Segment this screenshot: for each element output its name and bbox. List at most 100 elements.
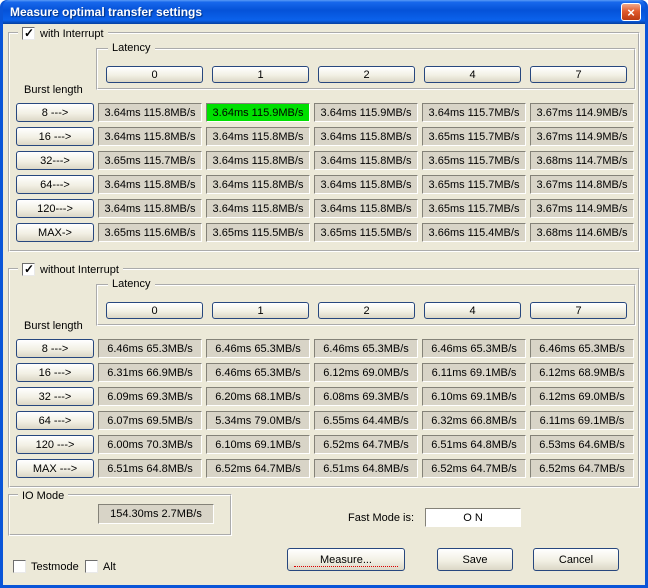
wo-burst-120-button[interactable]: 120 ---> <box>16 435 94 454</box>
close-button[interactable]: × <box>621 3 641 21</box>
wo-result-cell: 6.52ms 64.7MB/s <box>206 459 310 478</box>
wo-result-cell: 6.12ms 69.0MB/s <box>530 387 634 406</box>
wi-result-cell: 3.67ms 114.8MB/s <box>530 175 634 194</box>
wi-results-grid: 3.64ms 115.8MB/s 3.64ms 115.9MB/s 3.64ms… <box>98 103 634 242</box>
wi-burst-length-label: Burst length <box>24 84 83 96</box>
wo-latency-col-1-button[interactable]: 1 <box>212 302 309 319</box>
wo-burst-length-label: Burst length <box>24 320 83 332</box>
wo-latency-col-7-button[interactable]: 7 <box>530 302 627 319</box>
wo-latency-col-0-button[interactable]: 0 <box>106 302 203 319</box>
wi-result-cell: 3.64ms 115.8MB/s <box>206 199 310 218</box>
wo-result-cell: 6.53ms 64.6MB/s <box>530 435 634 454</box>
without-interrupt-legend: without Interrupt <box>18 262 123 277</box>
wo-latency-columns: 0 1 2 4 7 <box>106 302 627 319</box>
io-mode-group: IO Mode 154.30ms 2.7MB/s <box>8 494 232 536</box>
wo-result-cell: 6.46ms 65.3MB/s <box>314 339 418 358</box>
wo-result-cell: 6.10ms 69.1MB/s <box>206 435 310 454</box>
fast-mode-value: O N <box>425 508 521 527</box>
wo-result-cell: 6.32ms 66.8MB/s <box>422 411 526 430</box>
with-interrupt-label: with Interrupt <box>40 28 104 40</box>
wi-latency-col-2-button[interactable]: 2 <box>318 66 415 83</box>
wi-burst-max-button[interactable]: MAX-> <box>16 223 94 242</box>
wi-burst-16-button[interactable]: 16 ---> <box>16 127 94 146</box>
wi-result-cell: 3.65ms 115.5MB/s <box>314 223 418 242</box>
wo-result-cell: 6.10ms 69.1MB/s <box>422 387 526 406</box>
without-interrupt-group: without Interrupt Latency 0 1 2 4 7 Burs… <box>8 268 640 488</box>
wi-latency-col-4-button[interactable]: 4 <box>424 66 521 83</box>
wo-latency-col-2-button[interactable]: 2 <box>318 302 415 319</box>
wo-latency-col-4-button[interactable]: 4 <box>424 302 521 319</box>
wi-result-cell: 3.64ms 115.8MB/s <box>98 103 202 122</box>
wi-result-cell: 3.64ms 115.8MB/s <box>98 127 202 146</box>
wo-burst-32-button[interactable]: 32 ---> <box>16 387 94 406</box>
window-title: Measure optimal transfer settings <box>10 5 202 19</box>
wo-result-cell: 6.31ms 66.9MB/s <box>98 363 202 382</box>
wo-result-cell: 6.11ms 69.1MB/s <box>422 363 526 382</box>
wi-result-cell: 3.64ms 115.7MB/s <box>422 103 526 122</box>
wi-result-cell: 3.67ms 114.9MB/s <box>530 103 634 122</box>
wi-result-cell: 3.68ms 114.7MB/s <box>530 151 634 170</box>
wi-result-cell: 3.64ms 115.8MB/s <box>206 127 310 146</box>
wi-latency-col-7-button[interactable]: 7 <box>530 66 627 83</box>
wo-result-cell: 6.00ms 70.3MB/s <box>98 435 202 454</box>
wo-result-cell: 6.09ms 69.3MB/s <box>98 387 202 406</box>
wi-result-cell: 3.65ms 115.7MB/s <box>98 151 202 170</box>
wo-latency-group: Latency 0 1 2 4 7 <box>96 284 636 326</box>
wi-burst-32-button[interactable]: 32---> <box>16 151 94 170</box>
wo-result-cell: 6.46ms 65.3MB/s <box>206 363 310 382</box>
wi-latency-col-1-button[interactable]: 1 <box>212 66 309 83</box>
cancel-button[interactable]: Cancel <box>533 548 619 571</box>
wi-result-cell: 3.67ms 114.9MB/s <box>530 127 634 146</box>
wo-burst-64-button[interactable]: 64 ---> <box>16 411 94 430</box>
wi-result-cell: 3.64ms 115.8MB/s <box>206 175 310 194</box>
wi-result-cell: 3.64ms 115.8MB/s <box>314 199 418 218</box>
save-button[interactable]: Save <box>437 548 513 571</box>
wo-result-cell: 6.07ms 69.5MB/s <box>98 411 202 430</box>
wo-result-cell: 6.51ms 64.8MB/s <box>98 459 202 478</box>
wo-result-cell: 6.52ms 64.7MB/s <box>422 459 526 478</box>
alt-row: Alt <box>85 560 116 573</box>
testmode-label: Testmode <box>31 561 79 573</box>
wo-result-cell: 6.51ms 64.8MB/s <box>314 459 418 478</box>
wo-result-cell: 6.20ms 68.1MB/s <box>206 387 310 406</box>
alt-label: Alt <box>103 561 116 573</box>
wo-result-cell: 6.46ms 65.3MB/s <box>530 339 634 358</box>
wi-latency-col-0-button[interactable]: 0 <box>106 66 203 83</box>
dialog-body: with Interrupt Latency 0 1 2 4 7 Burst l… <box>3 24 645 585</box>
wo-result-cell: 5.34ms 79.0MB/s <box>206 411 310 430</box>
wi-best-result-cell: 3.64ms 115.9MB/s <box>206 103 310 122</box>
wi-burst-120-button[interactable]: 120---> <box>16 199 94 218</box>
wi-burst-buttons: 8 ---> 16 ---> 32---> 64---> 120---> MAX… <box>16 103 94 242</box>
wo-result-cell: 6.11ms 69.1MB/s <box>530 411 634 430</box>
wi-result-cell: 3.65ms 115.5MB/s <box>206 223 310 242</box>
measure-button[interactable]: Measure... <box>287 548 405 571</box>
wi-result-cell: 3.64ms 115.8MB/s <box>314 175 418 194</box>
without-interrupt-checkbox[interactable] <box>22 263 35 276</box>
wo-burst-max-button[interactable]: MAX ---> <box>16 459 94 478</box>
wo-result-cell: 6.12ms 69.0MB/s <box>314 363 418 382</box>
wi-result-cell: 3.65ms 115.6MB/s <box>98 223 202 242</box>
io-mode-legend: IO Mode <box>18 488 68 503</box>
with-interrupt-legend: with Interrupt <box>18 26 108 41</box>
wo-burst-8-button[interactable]: 8 ---> <box>16 339 94 358</box>
wo-result-cell: 6.46ms 65.3MB/s <box>422 339 526 358</box>
io-mode-value: 154.30ms 2.7MB/s <box>98 504 214 524</box>
wo-result-cell: 6.46ms 65.3MB/s <box>98 339 202 358</box>
testmode-row: Testmode <box>13 560 79 573</box>
wo-result-cell: 6.12ms 68.9MB/s <box>530 363 634 382</box>
with-interrupt-checkbox[interactable] <box>22 27 35 40</box>
with-interrupt-group: with Interrupt Latency 0 1 2 4 7 Burst l… <box>8 32 640 252</box>
measure-focus-mark <box>294 566 398 567</box>
wi-result-cell: 3.64ms 115.8MB/s <box>314 127 418 146</box>
wo-burst-16-button[interactable]: 16 ---> <box>16 363 94 382</box>
wi-result-cell: 3.68ms 114.6MB/s <box>530 223 634 242</box>
wo-result-cell: 6.52ms 64.7MB/s <box>314 435 418 454</box>
wi-result-cell: 3.64ms 115.8MB/s <box>314 151 418 170</box>
wi-burst-64-button[interactable]: 64---> <box>16 175 94 194</box>
wi-burst-8-button[interactable]: 8 ---> <box>16 103 94 122</box>
wo-result-cell: 6.52ms 64.7MB/s <box>530 459 634 478</box>
measure-button-label: Measure... <box>320 554 372 566</box>
alt-checkbox[interactable] <box>85 560 98 573</box>
testmode-checkbox[interactable] <box>13 560 26 573</box>
wi-result-cell: 3.65ms 115.7MB/s <box>422 175 526 194</box>
